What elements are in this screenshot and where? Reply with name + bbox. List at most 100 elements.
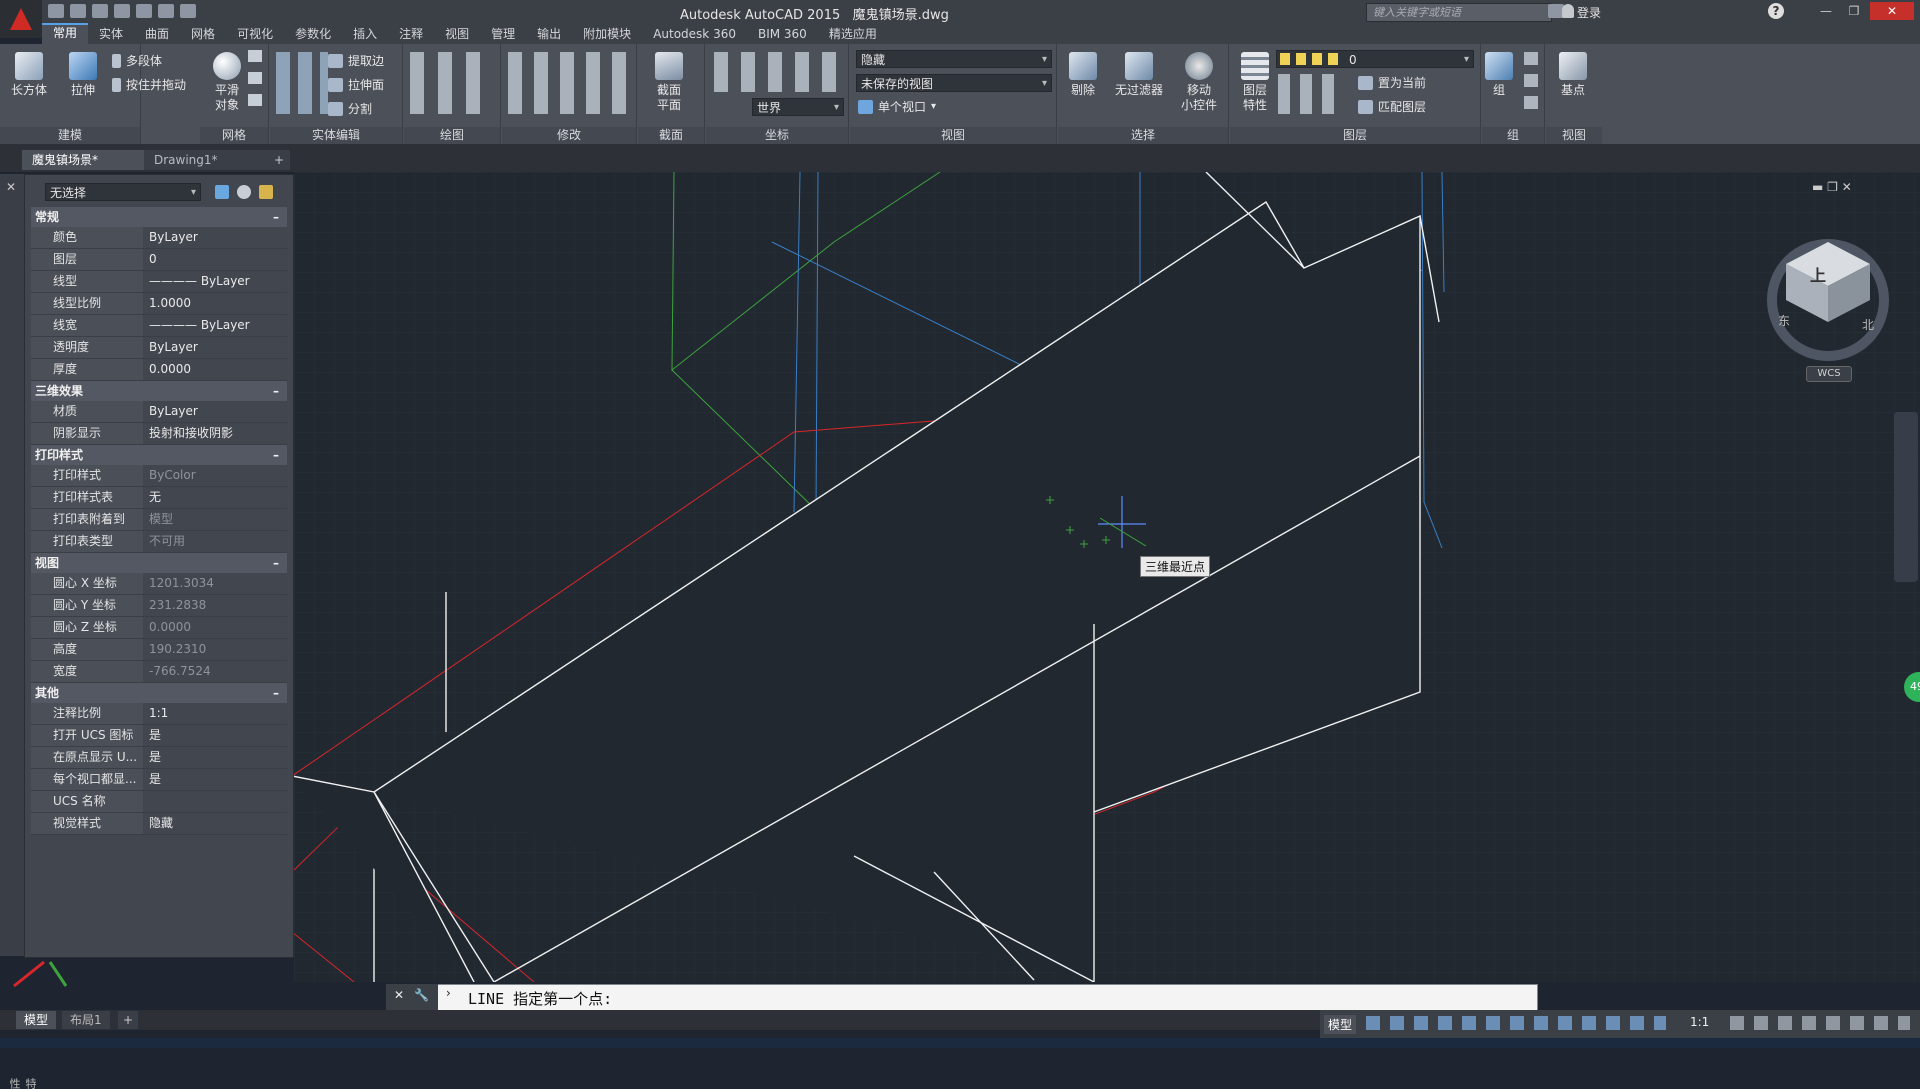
viewport-config-button[interactable]: 单个视口 ▾: [858, 98, 936, 116]
prop-value[interactable]: 不可用: [143, 531, 287, 552]
prop-section-header[interactable]: 其他 –: [31, 683, 287, 703]
ucs-tools-icons[interactable]: [714, 52, 840, 92]
panel-title-selection[interactable]: 选择: [1058, 127, 1228, 144]
prop-value[interactable]: ———— ByLayer: [143, 315, 287, 336]
undo-icon[interactable]: [158, 4, 174, 18]
prop-value[interactable]: ByLayer: [143, 227, 287, 248]
prop-section-header[interactable]: 三维效果 –: [31, 381, 287, 401]
mesh-tools-icon[interactable]: [248, 50, 262, 112]
save-as-icon[interactable]: [114, 4, 130, 18]
tab-bim360[interactable]: BIM 360: [747, 24, 818, 44]
tab-annotate[interactable]: 注释: [388, 24, 434, 44]
prop-value[interactable]: -766.7524: [143, 661, 287, 682]
layer-properties-button[interactable]: 图层 特性: [1232, 52, 1278, 113]
prop-row[interactable]: 打印表类型 不可用: [31, 531, 287, 553]
prop-section-header[interactable]: 视图 –: [31, 553, 287, 573]
quick-select-icon[interactable]: [259, 185, 273, 199]
prop-value[interactable]: 是: [143, 747, 287, 768]
drafting-toggles[interactable]: [1366, 1016, 1666, 1030]
status-tools[interactable]: [1730, 1016, 1910, 1030]
tab-home[interactable]: 常用: [42, 23, 89, 45]
visual-style-dropdown[interactable]: 隐藏: [856, 50, 1052, 69]
prop-value[interactable]: 0.0000: [143, 617, 287, 638]
help-icon[interactable]: ?: [1768, 3, 1784, 19]
panel-title-groups[interactable]: 组: [1482, 127, 1544, 144]
maximize-button[interactable]: ❐: [1842, 2, 1866, 20]
prop-value[interactable]: ———— ByLayer: [143, 271, 287, 292]
prop-section-header[interactable]: 常规 –: [31, 207, 287, 227]
layer-tools-icons[interactable]: [1278, 74, 1342, 114]
search-input[interactable]: 键入关键字或短语: [1366, 3, 1552, 22]
prop-value[interactable]: 1:1: [143, 703, 287, 724]
modify-tools-icons[interactable]: [508, 52, 630, 114]
tab-autodesk360[interactable]: Autodesk 360: [642, 24, 747, 44]
set-current-layer-button[interactable]: 置为当前: [1358, 74, 1426, 92]
group-button[interactable]: 组: [1482, 52, 1516, 98]
prop-row[interactable]: 材质 ByLayer: [31, 401, 287, 423]
prop-value[interactable]: ByLayer: [143, 337, 287, 358]
selection-dropdown[interactable]: 无选择: [45, 183, 201, 202]
extract-edges-button[interactable]: 提取边: [328, 52, 384, 70]
prop-row[interactable]: 线型 ———— ByLayer: [31, 271, 287, 293]
tab-insert[interactable]: 插入: [342, 24, 388, 44]
drawing-viewport[interactable]: ▬ ❐ ✕ 上 东 北 WCS 49: [294, 172, 1920, 982]
panel-title-coordinates[interactable]: 坐标: [706, 127, 848, 144]
prop-value[interactable]: 1.0000: [143, 293, 287, 314]
properties-palette-titlebar[interactable]: ✕ 特性: [0, 174, 37, 1089]
open-file-icon[interactable]: [70, 4, 86, 18]
collapse-icon[interactable]: –: [273, 381, 279, 401]
prop-row[interactable]: 打印表附着到 模型: [31, 509, 287, 531]
panel-title-layers[interactable]: 图层: [1230, 127, 1480, 144]
tab-featured-apps[interactable]: 精选应用: [818, 24, 888, 44]
extrude-button[interactable]: 拉伸: [60, 52, 106, 98]
login-link[interactable]: 登录: [1577, 4, 1601, 21]
autocad-logo-icon[interactable]: [0, 0, 42, 38]
tab-output[interactable]: 输出: [526, 24, 572, 44]
tab-model[interactable]: 模型: [16, 1011, 57, 1029]
prop-row[interactable]: 打印样式 ByColor: [31, 465, 287, 487]
new-tab-button[interactable]: +: [270, 150, 290, 170]
named-view-dropdown[interactable]: 未保存的视图: [856, 74, 1052, 93]
prop-row[interactable]: 圆心 X 坐标 1201.3034: [31, 573, 287, 595]
polysolid-button[interactable]: 多段体: [112, 52, 162, 70]
navigation-bar[interactable]: [1894, 412, 1918, 582]
prop-value[interactable]: 模型: [143, 509, 287, 530]
new-file-icon[interactable]: [48, 4, 64, 18]
group-tools-icons[interactable]: [1524, 52, 1538, 114]
panel-title-modeling[interactable]: 建模: [0, 127, 140, 144]
collapse-icon[interactable]: –: [273, 207, 279, 227]
extrude-faces-button[interactable]: 拉伸面: [328, 76, 384, 94]
viewport-window-controls[interactable]: ▬ ❐ ✕: [1812, 180, 1852, 194]
panel-title-solid-edit[interactable]: 实体编辑: [270, 127, 402, 144]
prop-row[interactable]: 线型比例 1.0000: [31, 293, 287, 315]
prop-row[interactable]: 透明度 ByLayer: [31, 337, 287, 359]
prop-value[interactable]: 0: [143, 249, 287, 270]
print-icon[interactable]: [136, 4, 152, 18]
toggle-pickadd-icon[interactable]: [215, 185, 229, 199]
panel-title-view2[interactable]: 视图: [1546, 127, 1602, 144]
doc-tab-drawing1[interactable]: Drawing1*: [144, 150, 282, 170]
collapse-icon[interactable]: –: [273, 445, 279, 465]
smooth-object-button[interactable]: 平滑 对象: [204, 52, 250, 113]
save-icon[interactable]: [92, 4, 108, 18]
close-button[interactable]: ✕: [1870, 2, 1914, 20]
minimize-button[interactable]: —: [1814, 2, 1838, 20]
prop-value[interactable]: 190.2310: [143, 639, 287, 660]
command-customize-icon[interactable]: 🔧: [414, 988, 429, 1002]
tab-view[interactable]: 视图: [434, 24, 480, 44]
section-plane-button[interactable]: 截面 平面: [646, 52, 692, 113]
prop-row[interactable]: 高度 190.2310: [31, 639, 287, 661]
prop-row[interactable]: 厚度 0.0000: [31, 359, 287, 381]
prop-value[interactable]: [143, 791, 287, 812]
panel-title-modify[interactable]: 修改: [502, 127, 636, 144]
solid-edit-icons[interactable]: [276, 52, 328, 114]
palette-close-icon[interactable]: ✕: [6, 180, 16, 194]
tab-parametric[interactable]: 参数化: [284, 24, 342, 44]
redo-icon[interactable]: [180, 4, 196, 18]
prop-value[interactable]: 是: [143, 769, 287, 790]
tab-addins[interactable]: 附加模块: [572, 24, 642, 44]
cull-button[interactable]: 剔除: [1060, 52, 1106, 98]
tab-manage[interactable]: 管理: [480, 24, 526, 44]
tab-visualize[interactable]: 可视化: [226, 24, 284, 44]
prop-row[interactable]: 注释比例 1:1: [31, 703, 287, 725]
